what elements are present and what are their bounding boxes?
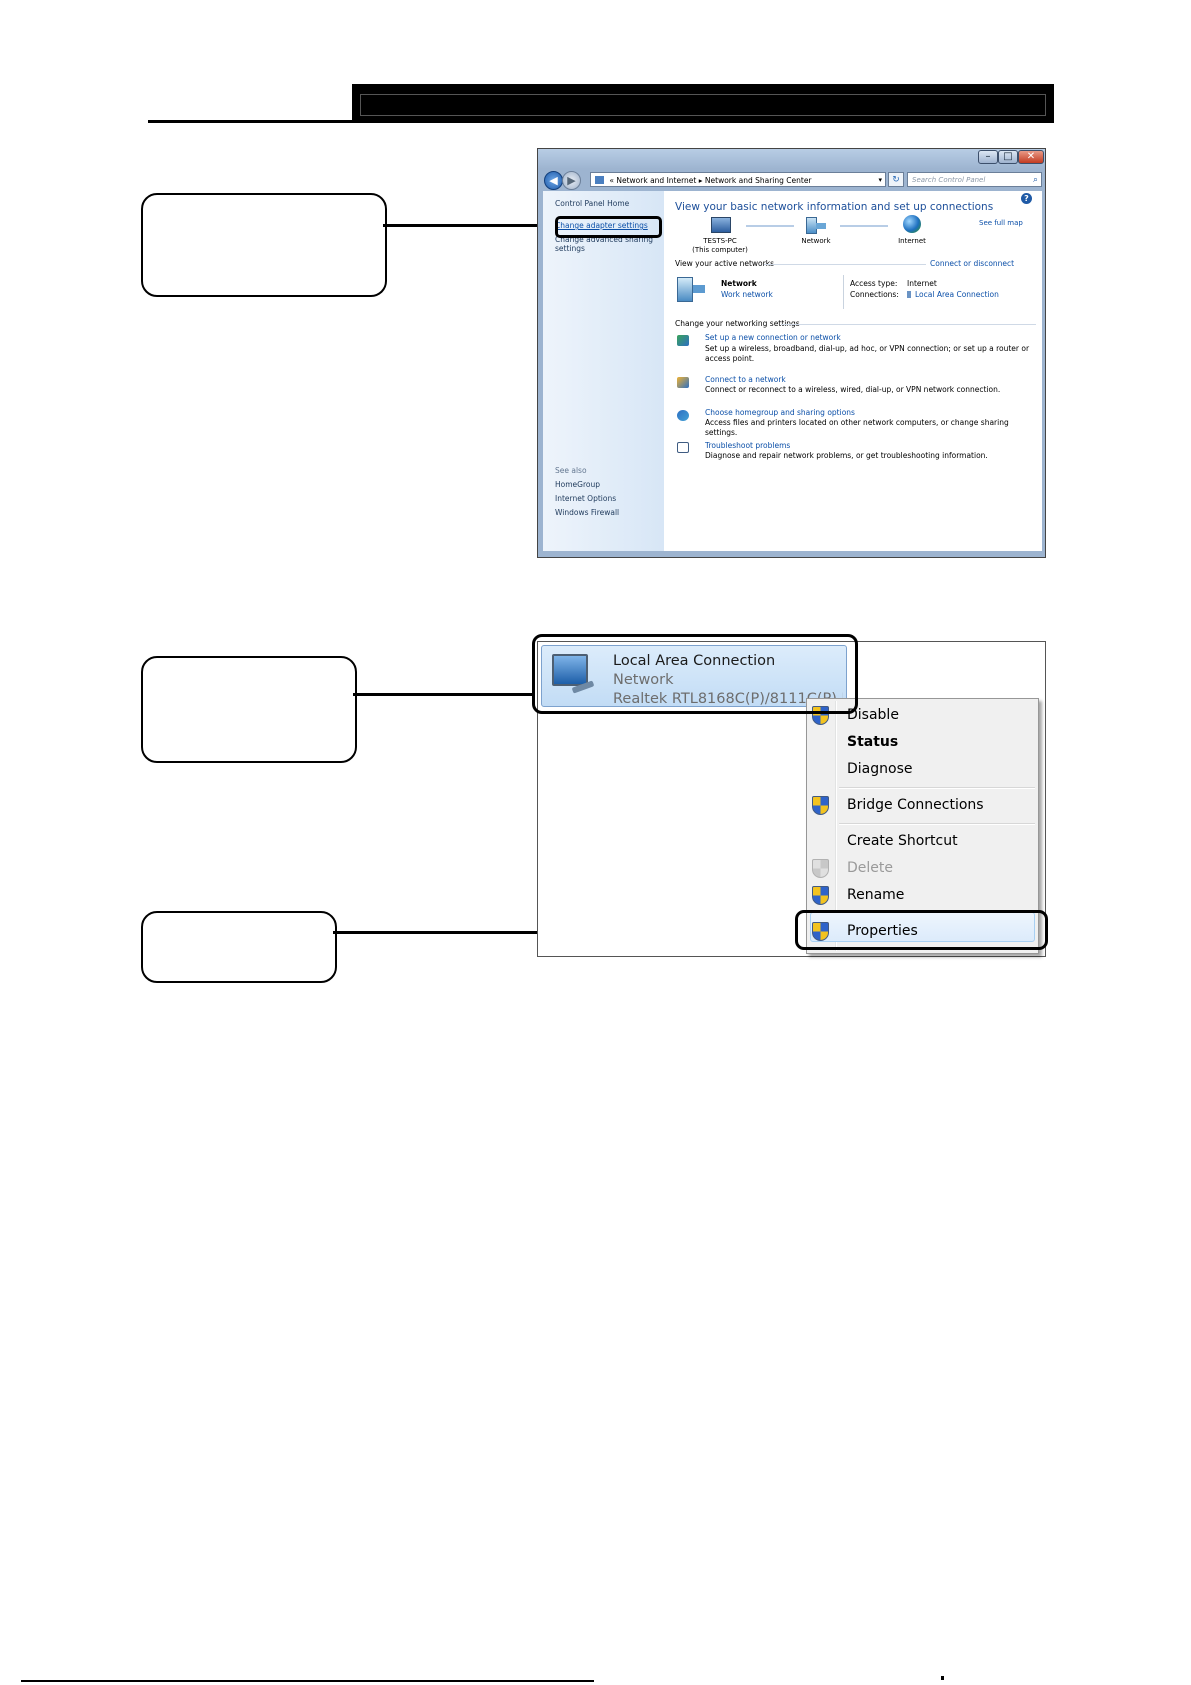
- map-connector: [746, 225, 794, 227]
- menu-item-create-shortcut[interactable]: Create Shortcut: [847, 833, 958, 849]
- minimize-button[interactable]: –: [978, 150, 998, 164]
- connect-disconnect-link[interactable]: Connect or disconnect: [930, 259, 1014, 268]
- menu-item-delete: Delete: [847, 860, 893, 876]
- map-node-network: Network: [801, 237, 831, 245]
- menu-item-rename[interactable]: Rename: [847, 887, 904, 903]
- section-divider: [781, 324, 1036, 325]
- refresh-icon[interactable]: ↻: [888, 172, 904, 187]
- homegroup-sharing-link[interactable]: Choose homegroup and sharing options: [705, 408, 855, 417]
- network-icon: [806, 217, 826, 234]
- address-bar[interactable]: « Network and Internet ▸ Network and Sha…: [590, 172, 886, 187]
- task-description: Diagnose and repair network problems, or…: [705, 451, 988, 460]
- connect-network-icon: [677, 377, 689, 388]
- search-placeholder: Search Control Panel: [912, 176, 986, 184]
- computer-subtitle: (This computer): [692, 246, 748, 254]
- main-content-pane: ? View your basic network information an…: [664, 191, 1042, 551]
- map-node-computer: TESTS-PC (This computer): [684, 237, 756, 255]
- breadcrumb-sharing-center[interactable]: Network and Sharing Center: [705, 176, 812, 185]
- windows-firewall-link[interactable]: Windows Firewall: [555, 508, 619, 517]
- footer-rule: [21, 1680, 594, 1682]
- map-node-internet: Internet: [898, 237, 926, 245]
- active-network-name: Network: [721, 279, 757, 288]
- task-description: Set up a wireless, broadband, dial-up, a…: [705, 344, 1030, 363]
- troubleshoot-link[interactable]: Troubleshoot problems: [705, 441, 790, 450]
- see-full-map-link[interactable]: See full map: [979, 219, 1023, 227]
- highlight-properties: [795, 910, 1048, 950]
- connector-line-2: [353, 693, 534, 696]
- search-icon[interactable]: ⌕: [1033, 173, 1038, 187]
- navigation-bar: ◀ ▶ « Network and Internet ▸ Network and…: [538, 169, 1045, 191]
- header-rule: [148, 120, 1054, 123]
- local-area-connection-link[interactable]: Local Area Connection: [907, 290, 999, 299]
- connections-label: Connections:: [850, 290, 899, 299]
- menu-separator: [839, 787, 1035, 789]
- setup-connection-link[interactable]: Set up a new connection or network: [705, 333, 841, 342]
- map-connector: [840, 225, 888, 227]
- access-type-label: Access type:: [850, 279, 898, 288]
- breadcrumb-overflow[interactable]: «: [609, 176, 614, 185]
- uac-shield-icon: [812, 886, 829, 905]
- menu-item-status[interactable]: Status: [847, 734, 898, 750]
- callout-box-3: [141, 911, 337, 983]
- task-description: Access files and printers located on oth…: [705, 418, 1009, 437]
- menu-separator: [839, 823, 1035, 825]
- vertical-divider: [843, 275, 844, 309]
- menu-item-bridge-connections[interactable]: Bridge Connections: [847, 797, 984, 813]
- uac-shield-icon: [812, 796, 829, 815]
- highlight-local-area-connection: [532, 634, 858, 714]
- control-panel-home-link[interactable]: Control Panel Home: [555, 199, 629, 208]
- highlight-adapter-settings: [555, 216, 662, 238]
- new-connection-icon: [677, 335, 689, 346]
- window-titlebar: – □ ✕: [538, 149, 1045, 169]
- help-icon[interactable]: ?: [1021, 193, 1032, 204]
- troubleshoot-icon: [677, 442, 689, 453]
- search-input[interactable]: Search Control Panel ⌕: [907, 172, 1042, 187]
- internet-options-link[interactable]: Internet Options: [555, 494, 616, 503]
- connection-link-text: Local Area Connection: [915, 290, 999, 299]
- address-dropdown-icon[interactable]: ▾: [878, 173, 882, 186]
- breadcrumb-network-internet[interactable]: Network and Internet: [616, 176, 696, 185]
- page-title: View your basic network information and …: [675, 201, 994, 213]
- callout-box-2: [141, 656, 357, 763]
- callout-box-1: [141, 193, 387, 297]
- active-networks-heading: View your active networks: [675, 259, 774, 268]
- section-divider: [764, 264, 926, 265]
- access-type-value: Internet: [907, 279, 937, 288]
- left-task-pane: Control Panel Home Change adapter settin…: [543, 191, 664, 551]
- internet-globe-icon: [903, 215, 921, 233]
- homegroup-icon: [677, 410, 689, 421]
- footer-mark: [941, 1676, 944, 1680]
- see-also-heading: See also: [555, 466, 587, 475]
- close-button[interactable]: ✕: [1018, 150, 1044, 164]
- header-bar: [352, 84, 1054, 122]
- computer-name: TESTS-PC: [703, 237, 737, 245]
- control-panel-icon: [595, 176, 604, 184]
- task-description: Connect or reconnect to a wireless, wire…: [705, 385, 1001, 394]
- maximize-button[interactable]: □: [998, 150, 1018, 164]
- active-network-icon: [677, 277, 705, 302]
- connect-to-network-link[interactable]: Connect to a network: [705, 375, 786, 384]
- breadcrumb-separator: ▸: [698, 176, 703, 185]
- uac-shield-icon-disabled: [812, 859, 829, 878]
- network-location-link[interactable]: Work network: [721, 290, 773, 299]
- network-sharing-center-window: – □ ✕ ◀ ▶ « Network and Internet ▸ Netwo…: [537, 148, 1046, 558]
- forward-arrow-icon[interactable]: ▶: [562, 171, 581, 190]
- homegroup-link[interactable]: HomeGroup: [555, 480, 600, 489]
- ethernet-plug-icon: [907, 291, 911, 298]
- computer-icon: [711, 217, 731, 233]
- menu-item-diagnose[interactable]: Diagnose: [847, 761, 912, 777]
- connector-line-1: [383, 224, 558, 227]
- back-arrow-icon[interactable]: ◀: [544, 171, 563, 190]
